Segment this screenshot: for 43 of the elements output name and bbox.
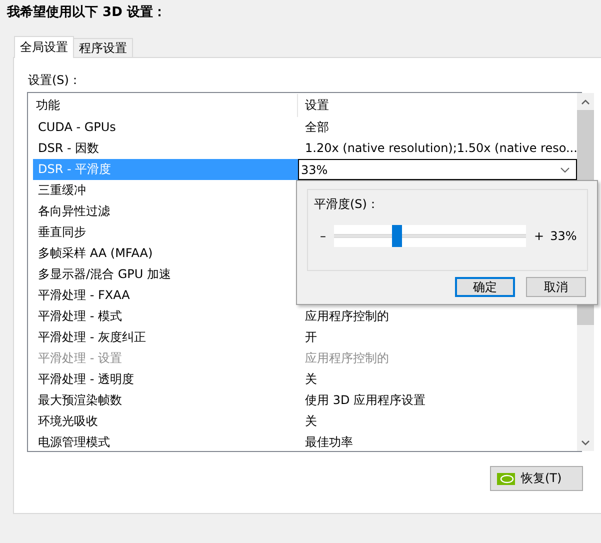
value-cell-text: 应用程序控制的 [304, 350, 390, 367]
feature-cell[interactable]: 多显示器/混合 GPU 加速 [33, 264, 298, 285]
column-header[interactable]: 功能 [33, 94, 298, 117]
cancel-button[interactable]: 取消 [526, 277, 586, 297]
feature-cell[interactable]: DSR - 因数 [33, 138, 298, 159]
value-cell-text: 全部 [304, 119, 330, 136]
column-header[interactable]: 设置 [298, 94, 578, 117]
feature-cell[interactable]: 平滑处理 - FXAA [33, 285, 298, 306]
value-cell-text: 关 [304, 371, 318, 388]
eye-logo-icon [497, 472, 515, 484]
slider-thumb[interactable] [392, 225, 402, 247]
feature-cell[interactable]: 平滑处理 - 模式 [33, 306, 298, 327]
tab[interactable]: 全局设置 [14, 36, 74, 58]
value-cell-text: 1.20x (native resolution);1.50x (native reso... [304, 140, 578, 157]
page-heading: 我希望使用以下 3D 设置： [6, 4, 167, 22]
chevron-down-icon [560, 166, 570, 172]
restore-button[interactable]: 恢复(T) [490, 466, 583, 491]
slider-track[interactable] [334, 225, 526, 247]
feature-cell[interactable]: 环境光吸收 [33, 411, 298, 432]
value-dropdown[interactable]: 33% [298, 159, 578, 180]
value-cell-text: 最佳功率 [304, 434, 354, 451]
feature-cell[interactable]: 各向异性过滤 [33, 201, 298, 222]
settings-label: 设置(S)： [28, 72, 82, 89]
feature-cell[interactable]: 多帧采样 AA (MFAA) [33, 243, 298, 264]
tab[interactable]: 程序设置 [73, 38, 133, 57]
scroll-down-icon[interactable] [581, 440, 590, 446]
value-cell-text: 关 [304, 413, 318, 430]
feature-cell[interactable]: 三重缓冲 [33, 180, 298, 201]
slider-value: 33% [550, 229, 577, 243]
plus-label: + [534, 229, 544, 243]
value-cell-text: 使用 3D 应用程序设置 [304, 392, 427, 409]
value-cell-text: 应用程序控制的 [304, 308, 390, 325]
feature-cell[interactable]: 平滑处理 - 透明度 [33, 369, 298, 390]
feature-cell[interactable]: 电源管理模式 [33, 432, 298, 453]
minus-label: – [320, 229, 327, 243]
scroll-up-icon[interactable] [581, 98, 590, 104]
feature-cell[interactable]: CUDA - GPUs [33, 117, 298, 138]
slider-label: 平滑度(S)： [314, 196, 379, 213]
ok-button[interactable]: 确定 [455, 277, 515, 297]
feature-cell[interactable]: 最大预渲染帧数 [33, 390, 298, 411]
feature-cell[interactable]: 平滑处理 - 灰度纠正 [33, 327, 298, 348]
feature-cell[interactable]: 垂直同步 [33, 222, 298, 243]
value-cell-text: 开 [304, 329, 318, 346]
